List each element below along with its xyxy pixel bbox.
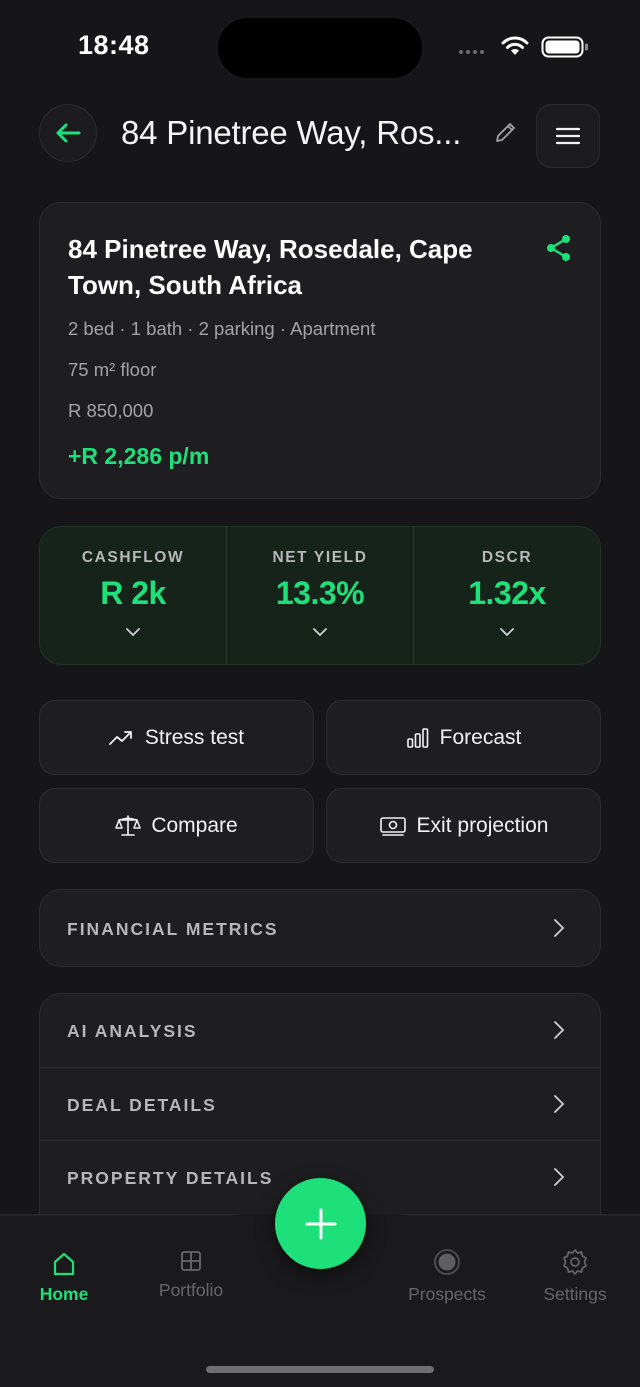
- tab-home[interactable]: Home: [0, 1252, 128, 1305]
- tab-label: Settings: [543, 1284, 607, 1304]
- section-label: FINANCIAL METRICS: [67, 919, 279, 939]
- tab-portfolio[interactable]: Portfolio: [127, 1250, 255, 1301]
- section-label: DEAL DETAILS: [67, 1095, 217, 1115]
- metric-cashflow[interactable]: CASHFLOW R 2k: [40, 527, 226, 664]
- metric-value: 13.3%: [275, 575, 365, 611]
- chevron-right-icon: [554, 1168, 565, 1186]
- share-icon: [547, 235, 570, 261]
- chevron-right-icon: [554, 1021, 565, 1039]
- gear-icon: [563, 1249, 587, 1275]
- arrow-left-icon: [56, 123, 81, 143]
- page-title: 84 Pinetree Way, Ros...: [121, 114, 462, 151]
- section-deal-details[interactable]: DEAL DETAILS: [40, 1067, 600, 1140]
- tab-prospects[interactable]: Prospects: [383, 1248, 511, 1305]
- section-ai-analysis[interactable]: AI ANALYSIS: [40, 994, 600, 1067]
- edit-button[interactable]: [490, 118, 520, 148]
- exit-projection-button[interactable]: Exit projection: [326, 788, 601, 863]
- menu-button[interactable]: [536, 104, 600, 168]
- metric-value: 1.32x: [468, 575, 546, 611]
- section-label: PROPERTY DETAILS: [67, 1168, 274, 1188]
- tab-label: Prospects: [408, 1284, 486, 1304]
- bar-chart-icon: [406, 727, 428, 748]
- share-button[interactable]: [544, 233, 574, 263]
- chevron-down-icon: [500, 628, 514, 637]
- grid-icon: [181, 1251, 201, 1271]
- chevron-right-icon: [554, 919, 565, 937]
- home-indicator: [206, 1366, 434, 1373]
- tab-label: Home: [39, 1284, 89, 1304]
- wifi-icon: [501, 36, 529, 55]
- monthly-cashflow: +R 2,286 p/m: [68, 443, 210, 469]
- chevron-down-icon: [126, 628, 140, 637]
- chevron-down-icon: [313, 628, 327, 637]
- hamburger-menu-icon: [556, 127, 580, 145]
- metric-net-yield[interactable]: NET YIELD 13.3%: [226, 527, 413, 664]
- back-button[interactable]: [39, 104, 97, 162]
- property-address: 84 Pinetree Way, Rosedale, Cape Town, So…: [68, 234, 473, 300]
- section-label: AI ANALYSIS: [67, 1021, 198, 1041]
- chevron-right-icon: [554, 1095, 565, 1113]
- status-time: 18:48: [78, 30, 150, 60]
- forecast-label: Forecast: [439, 725, 522, 749]
- metric-label: NET YIELD: [272, 549, 368, 566]
- plus-icon: [305, 1208, 336, 1239]
- exit-projection-label: Exit projection: [416, 813, 549, 837]
- trending-up-icon: [108, 730, 132, 745]
- dynamic-island: [218, 18, 422, 78]
- property-price: R 850,000: [68, 400, 154, 421]
- stress-test-button[interactable]: Stress test: [39, 700, 314, 775]
- pencil-icon: [496, 123, 515, 142]
- metric-label: CASHFLOW: [81, 549, 185, 566]
- section-financial-metrics[interactable]: FINANCIAL METRICS: [39, 889, 601, 967]
- property-summary-card: 84 Pinetree Way, Rosedale, Cape Town, So…: [39, 202, 601, 499]
- add-button[interactable]: [275, 1178, 366, 1269]
- battery-icon: [541, 36, 588, 58]
- key-metrics-panel: CASHFLOW R 2k NET YIELD 13.3% DSCR 1.32x: [39, 526, 601, 665]
- home-icon: [53, 1252, 75, 1276]
- compare-button[interactable]: Compare: [39, 788, 314, 863]
- cellular-signal-icon: [459, 50, 484, 54]
- stress-test-label: Stress test: [144, 725, 245, 749]
- scales-icon: [115, 814, 142, 836]
- tab-settings[interactable]: Settings: [511, 1248, 639, 1305]
- property-floor-size: 75 m² floor: [68, 359, 157, 380]
- metric-dscr[interactable]: DSCR 1.32x: [413, 527, 600, 664]
- target-icon: [434, 1249, 460, 1275]
- forecast-button[interactable]: Forecast: [326, 700, 601, 775]
- metric-value: R 2k: [100, 575, 166, 611]
- banknote-icon: [379, 816, 406, 836]
- compare-label: Compare: [151, 813, 238, 837]
- property-specs: 2 bed · 1 bath · 2 parking · Apartment: [68, 318, 376, 339]
- metric-label: DSCR: [481, 549, 533, 566]
- tab-label: Portfolio: [158, 1280, 224, 1300]
